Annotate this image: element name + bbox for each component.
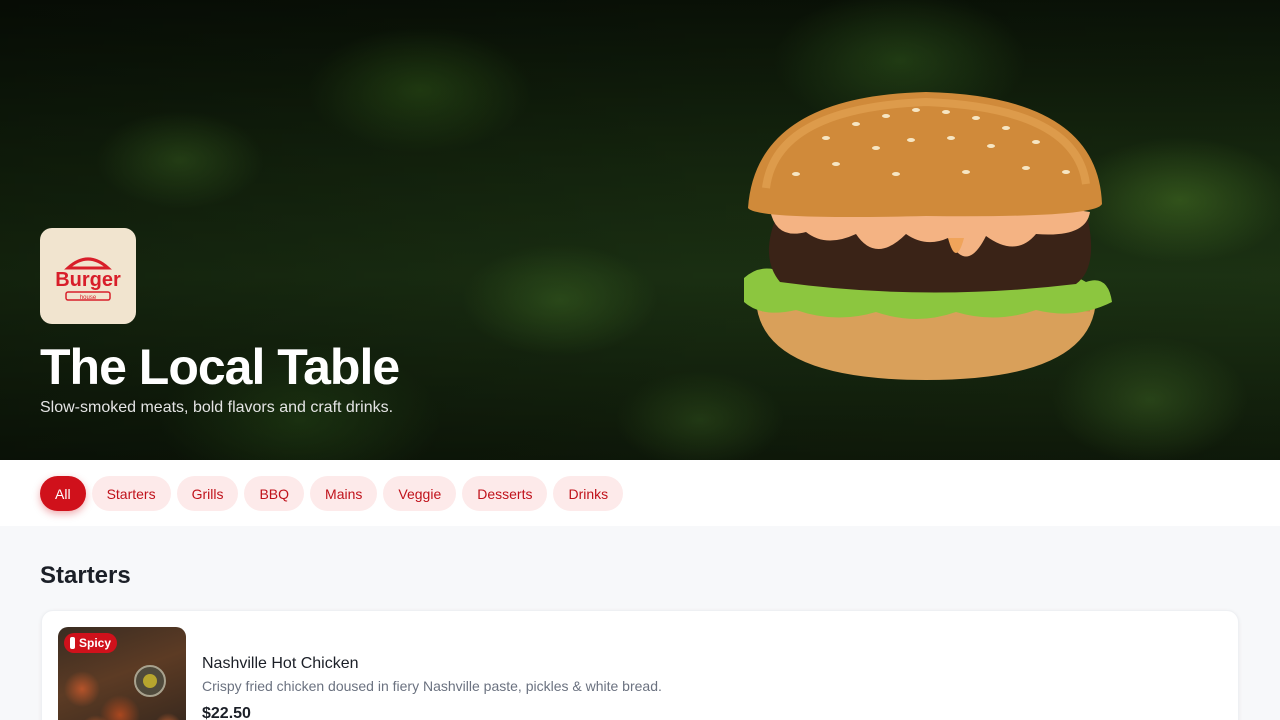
svg-text:house: house xyxy=(80,295,97,301)
category-filter-bar: All Starters Grills BBQ Mains Veggie Desserts D… xyxy=(0,460,1280,526)
category-pill-mains[interactable]: Mains xyxy=(310,476,378,511)
category-pill-veggie[interactable]: Veggie xyxy=(383,476,457,511)
menu-item-card[interactable]: Spicy Nashville Hot Chicken Crispy fried… xyxy=(41,610,1239,720)
menu-item-description: Crispy fried chicken doused in fiery Nas… xyxy=(202,678,662,694)
category-pill-bbq[interactable]: BBQ xyxy=(244,476,305,511)
menu-item-price: $22.50 xyxy=(202,705,251,720)
category-pills: All Starters Grills BBQ Mains Veggie Desserts D… xyxy=(40,476,624,511)
spicy-badge-label: Spicy xyxy=(79,636,112,650)
burger-image xyxy=(744,92,1112,380)
burger-logo-icon: Burger house xyxy=(55,257,121,301)
restaurant-logo: Burger house xyxy=(40,228,136,324)
restaurant-name: The Local Table xyxy=(40,339,400,395)
hero-banner: Burger house The Local Table Slow-smoked… xyxy=(0,0,1280,460)
section-title: Starters xyxy=(40,562,131,589)
category-pill-grills[interactable]: Grills xyxy=(176,476,239,511)
category-pill-drinks[interactable]: Drinks xyxy=(553,476,624,511)
svg-text:Burger: Burger xyxy=(55,269,121,291)
spicy-badge: Spicy xyxy=(64,633,118,653)
category-pill-starters[interactable]: Starters xyxy=(91,476,171,511)
menu-item-name: Nashville Hot Chicken xyxy=(202,655,359,672)
chili-icon xyxy=(70,637,75,649)
pickle-plate xyxy=(134,665,166,697)
restaurant-tagline: Slow-smoked meats, bold flavors and craf… xyxy=(40,399,394,416)
category-pill-all[interactable]: All xyxy=(40,476,86,511)
category-pill-desserts[interactable]: Desserts xyxy=(462,476,548,511)
